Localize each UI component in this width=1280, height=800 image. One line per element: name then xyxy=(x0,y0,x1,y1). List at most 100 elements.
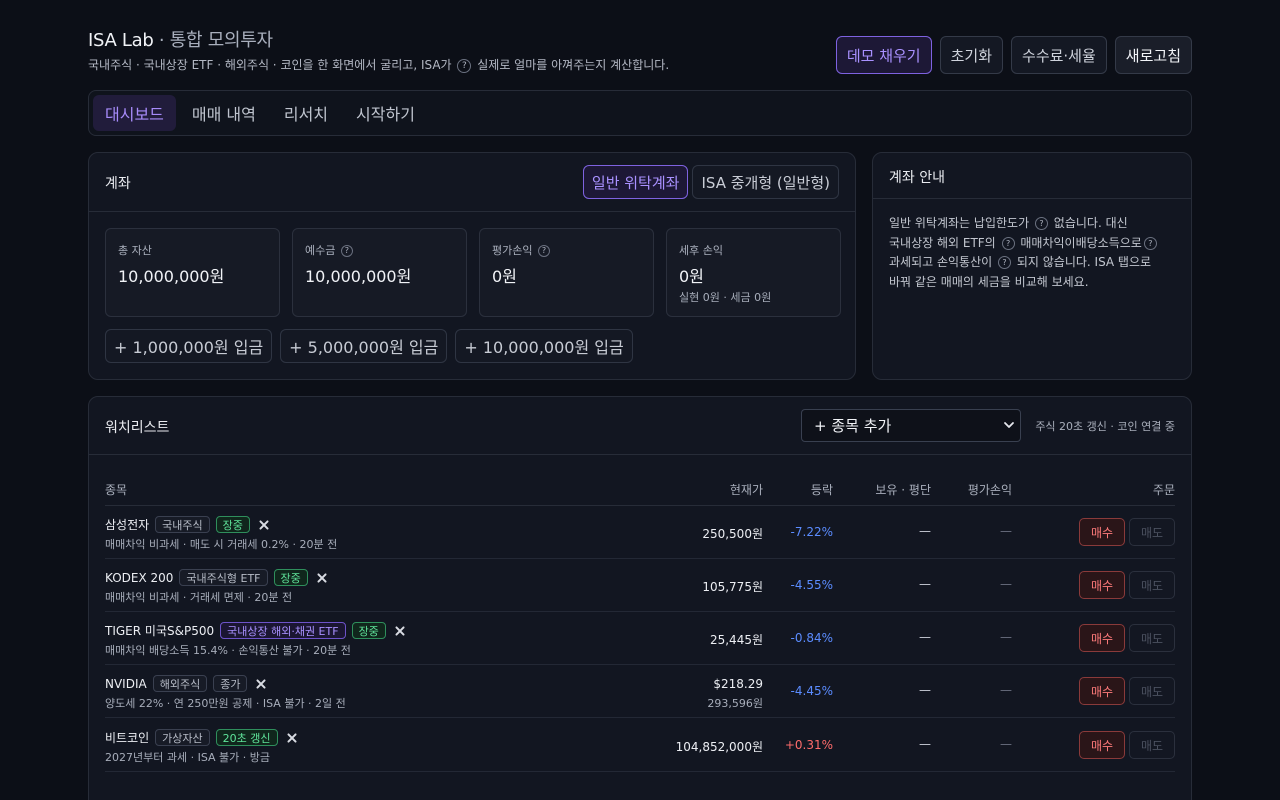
card-note: 실현 0원 · 세금 0원 xyxy=(679,291,772,304)
help-icon[interactable]: ? xyxy=(1034,217,1048,230)
sell-button[interactable]: 매도 xyxy=(1129,571,1175,599)
subtitle-text-a: 국내주식 · 국내상장 ETF · 해외주식 · 코인을 한 화면에서 굴리고,… xyxy=(88,58,452,72)
page-title: ISA Lab · 통합 모의투자 xyxy=(88,26,273,52)
sell-button[interactable]: 매도 xyxy=(1129,731,1175,759)
app-subtitle-name: 통합 모의투자 xyxy=(169,30,273,51)
row-desc: 2027년부터 과세 · ISA 불가 · 방금 xyxy=(105,751,271,764)
remove-icon[interactable] xyxy=(258,519,270,531)
guide-title: 계좌 안내 xyxy=(889,170,945,186)
add-symbol-select[interactable]: + 종목 추가 xyxy=(801,409,1021,442)
deposit-1m-button[interactable]: + 1,000,000원 입금 xyxy=(105,329,273,363)
category-tag: 해외주식 xyxy=(152,675,208,692)
segment-general-account[interactable]: 일반 위탁계좌 xyxy=(582,165,689,199)
category-tag: 가상자산 xyxy=(155,729,210,746)
col-holding: 보유 · 평단 xyxy=(875,483,931,497)
table-row: TIGER 미국S&P500 국내상장 해외·채권 ETF 장중 매매차익 배당… xyxy=(105,612,1175,665)
row-holding: — xyxy=(919,683,931,697)
status-badge: 장중 xyxy=(273,569,308,586)
guide-text-part: 바꿔 같은 매매의 세금을 비교해 보세요. xyxy=(889,274,1089,289)
guide-text-part: 매매차익이배당소득으로 xyxy=(1020,235,1142,250)
card-value: 10,000,000원 xyxy=(305,267,412,286)
symbol-name: TIGER 미국S&P500 xyxy=(105,624,215,638)
card-value: 0원 xyxy=(679,267,704,286)
deposit-buttons: + 1,000,000원 입금 + 5,000,000원 입금 + 10,000… xyxy=(105,329,633,363)
symbol-name: 비트코인 xyxy=(105,731,150,745)
sell-button[interactable]: 매도 xyxy=(1129,624,1175,652)
deposit-5m-button[interactable]: + 5,000,000원 입금 xyxy=(280,329,448,363)
remove-icon[interactable] xyxy=(286,732,298,744)
help-icon[interactable]: ? xyxy=(537,245,550,257)
segment-isa-account[interactable]: ISA 중개형 (일반형) xyxy=(692,165,839,199)
account-title: 계좌 xyxy=(105,176,131,192)
main-tabs: 대시보드 매매 내역 리서치 시작하기 xyxy=(88,90,1192,136)
row-change: -7.22% xyxy=(790,525,833,539)
category-tag: 국내상장 해외·채권 ETF xyxy=(220,622,346,639)
row-pnl: — xyxy=(1000,737,1012,751)
page-subtitle: 국내주식 · 국내상장 ETF · 해외주식 · 코인을 한 화면에서 굴리고,… xyxy=(88,56,669,73)
row-name: TIGER 미국S&P500 국내상장 해외·채권 ETF 장중 xyxy=(105,622,406,639)
row-desc: 매매차익 비과세 · 매도 시 거래세 0.2% · 20분 전 xyxy=(105,538,338,551)
deposit-10m-button[interactable]: + 10,000,000원 입금 xyxy=(455,329,633,363)
row-change: +0.31% xyxy=(784,738,833,752)
card-cash: 예수금 ? 10,000,000원 xyxy=(292,228,467,317)
buy-button[interactable]: 매수 xyxy=(1079,518,1125,546)
guide-text-part: 과세되고 손익통산이 xyxy=(889,255,993,269)
card-label: 세후 손익 xyxy=(679,242,723,258)
tab-trade-history[interactable]: 매매 내역 xyxy=(180,95,268,131)
remove-icon[interactable] xyxy=(255,678,267,690)
card-label: 총 자산 xyxy=(118,242,152,258)
status-badge: 20초 갱신 xyxy=(215,729,278,746)
row-holding: — xyxy=(919,577,931,591)
help-icon[interactable]: ? xyxy=(340,245,353,257)
app-root: ISA Lab · 통합 모의투자 국내주식 · 국내상장 ETF · 해외주식… xyxy=(88,0,1192,800)
symbol-name: KODEX 200 xyxy=(105,570,174,585)
account-guide-panel: 계좌 안내 일반 위탁계좌는 납입한도가 ? 없습니다. 대신 국내상장 해외 … xyxy=(872,152,1192,380)
row-price-krw: 293,596원 xyxy=(707,697,763,710)
row-pnl: — xyxy=(1000,630,1012,644)
fees-tax-button[interactable]: 수수료·세율 xyxy=(1011,36,1107,74)
help-icon[interactable]: ? xyxy=(1143,236,1157,250)
tab-research[interactable]: 리서치 xyxy=(272,95,340,131)
watchlist-table-header: 종목 현재가 등락 보유 · 평단 평가손익 주문 xyxy=(105,471,1175,506)
reset-button[interactable]: 초기화 xyxy=(939,36,1004,74)
buy-button[interactable]: 매수 xyxy=(1079,624,1125,652)
category-tag: 국내주식형 ETF xyxy=(179,569,268,586)
row-change: -0.84% xyxy=(790,631,833,645)
sell-button[interactable]: 매도 xyxy=(1129,677,1175,705)
guide-panel-header: 계좌 안내 xyxy=(873,153,1191,199)
tab-getting-started[interactable]: 시작하기 xyxy=(344,95,427,131)
account-panel-header: 계좌 일반 위탁계좌 ISA 중개형 (일반형) xyxy=(89,153,855,212)
table-row: NVIDIA 해외주식 종가 양도세 22% · 연 250만원 공제 · IS… xyxy=(105,665,1175,718)
page-header: ISA Lab · 통합 모의투자 국내주식 · 국내상장 ETF · 해외주식… xyxy=(88,0,1192,90)
remove-icon[interactable] xyxy=(394,625,406,637)
row-desc: 양도세 22% · 연 250만원 공제 · ISA 불가 · 2일 전 xyxy=(105,697,346,710)
row-holding: — xyxy=(919,737,931,751)
card-unrealized-pnl: 평가손익 ? 0원 xyxy=(479,228,654,317)
row-holding: — xyxy=(919,630,931,644)
card-label-text: 예수금 xyxy=(305,244,336,257)
card-value: 10,000,000원 xyxy=(118,267,225,286)
watchlist-header: 워치리스트 + 종목 추가 주식 20초 갱신 · 코인 연결 중 xyxy=(89,397,1191,455)
buy-button[interactable]: 매수 xyxy=(1079,677,1125,705)
card-label-text: 평가손익 xyxy=(492,244,533,257)
buy-button[interactable]: 매수 xyxy=(1079,571,1125,599)
col-order: 주문 xyxy=(1152,483,1175,497)
card-total-assets: 총 자산 10,000,000원 xyxy=(105,228,280,317)
row-price: 250,500원 xyxy=(702,527,763,541)
row-change: -4.55% xyxy=(790,578,833,592)
remove-icon[interactable] xyxy=(316,572,328,584)
guide-text: 일반 위탁계좌는 납입한도가 ? 없습니다. 대신 국내상장 해외 ETF의 ?… xyxy=(889,214,1179,292)
demo-fill-button[interactable]: 데모 채우기 xyxy=(835,36,932,74)
sell-button[interactable]: 매도 xyxy=(1129,518,1175,546)
help-icon[interactable]: ? xyxy=(998,256,1012,269)
refresh-button[interactable]: 새로고침 xyxy=(1114,36,1192,74)
help-icon[interactable]: ? xyxy=(457,59,472,73)
tab-dashboard[interactable]: 대시보드 xyxy=(93,95,176,131)
category-tag: 국내주식 xyxy=(155,516,210,533)
guide-text-part: 되지 않습니다. ISA 탭으로 xyxy=(1016,255,1152,269)
row-pnl: — xyxy=(1000,577,1012,591)
help-icon[interactable]: ? xyxy=(1001,236,1015,250)
buy-button[interactable]: 매수 xyxy=(1079,731,1125,759)
row-name: 삼성전자 국내주식 장중 xyxy=(105,516,270,533)
card-label-text: 세후 손익 xyxy=(679,244,723,257)
